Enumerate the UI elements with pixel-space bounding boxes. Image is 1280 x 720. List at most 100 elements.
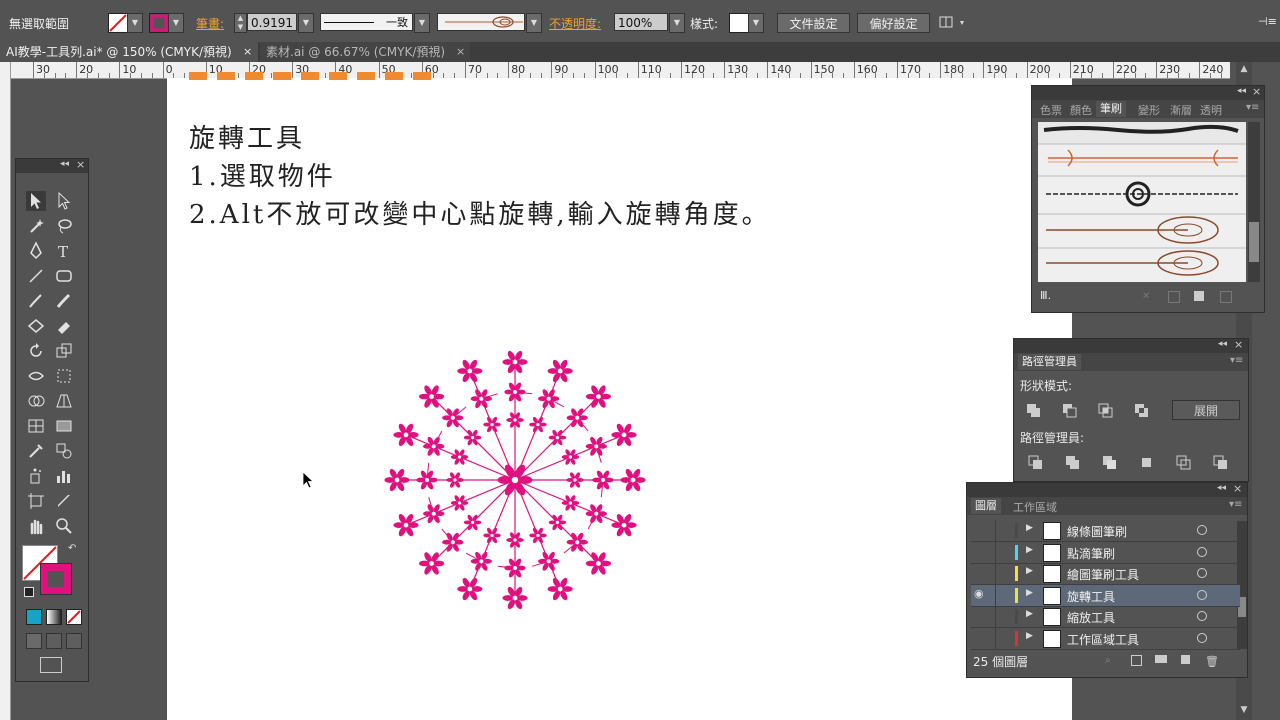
target-circle-icon[interactable] (1197, 568, 1207, 578)
free-transform-tool-icon[interactable] (54, 366, 74, 386)
preferences-button[interactable]: 偏好設定 (857, 13, 930, 33)
visibility-toggle[interactable]: ◉ (974, 587, 990, 603)
target-circle-icon[interactable] (1197, 546, 1207, 557)
variable-width-profile[interactable]: 一致 (320, 13, 413, 31)
opacity-label[interactable]: 不透明度: (549, 15, 601, 32)
layer-row[interactable]: ▶ 點滴筆刷 (971, 541, 1240, 564)
remove-stroke-icon[interactable]: ✕ (1142, 291, 1150, 302)
collapse-icon[interactable]: ◂◂ (1217, 483, 1226, 493)
draw-normal-icon[interactable] (26, 633, 42, 649)
fill-swatch[interactable] (108, 13, 128, 33)
brush-definition[interactable] (437, 13, 525, 31)
visibility-toggle[interactable] (974, 608, 990, 624)
trim-icon[interactable] (1065, 455, 1081, 471)
selection-tool-icon[interactable] (26, 191, 46, 211)
draw-behind-icon[interactable] (46, 633, 62, 649)
tab-artboards[interactable]: 工作區域 (1013, 499, 1057, 515)
collapse-icon[interactable]: ◂◂ (60, 159, 69, 169)
stroke-swatch[interactable] (149, 13, 169, 33)
lock-toggle[interactable] (995, 520, 996, 541)
tab-transform[interactable]: 變形 (1138, 102, 1160, 118)
pathfinder-header[interactable]: ◂◂ × (1014, 338, 1248, 353)
shape-builder-tool-icon[interactable] (26, 391, 46, 411)
target-circle-icon[interactable] (1197, 589, 1207, 600)
perspective-grid-tool-icon[interactable] (54, 391, 74, 411)
target-circle-icon[interactable] (1197, 525, 1207, 535)
panel-menu-icon[interactable]: ▾≡ (1246, 102, 1259, 113)
toolbox-header[interactable]: ◂◂ × (16, 158, 88, 173)
stroke-label[interactable]: 筆畫: (196, 15, 224, 32)
brush-libraries-menu-icon[interactable]: Ⅲ. (1040, 289, 1051, 302)
rose-brush-2[interactable] (1046, 250, 1219, 276)
none-mode-icon[interactable] (66, 609, 82, 625)
close-icon[interactable]: × (456, 42, 465, 62)
scroll-up-icon[interactable]: ▲ (1238, 64, 1250, 76)
brush-options-icon[interactable] (1168, 291, 1180, 303)
fill-dropdown[interactable]: ▼ (127, 13, 143, 33)
arrange-documents-icon[interactable] (938, 14, 968, 32)
expand-arrow-icon[interactable]: ▶ (1026, 588, 1033, 598)
close-icon[interactable]: × (76, 158, 85, 171)
scroll-brush[interactable] (1048, 149, 1238, 167)
opacity-dropdown[interactable]: ▼ (669, 13, 685, 33)
default-colors-icon[interactable] (24, 587, 34, 597)
brushes-panel-header[interactable]: ◂◂ × (1032, 85, 1264, 100)
chain-brush[interactable] (1046, 181, 1238, 207)
visibility-toggle[interactable] (974, 565, 990, 581)
swap-colors-icon[interactable]: ↶ (68, 543, 76, 554)
tab-pathfinder[interactable]: 路徑管理員 (1018, 354, 1081, 370)
locate-object-icon[interactable]: ⌕ (1105, 655, 1111, 666)
tab-transparency[interactable]: 透明 (1200, 102, 1222, 118)
intersect-icon[interactable] (1098, 403, 1114, 419)
rose-brush-1[interactable] (1046, 216, 1219, 244)
visibility-toggle[interactable] (974, 522, 990, 538)
visibility-toggle[interactable] (974, 630, 990, 646)
lock-toggle[interactable] (995, 627, 996, 649)
lock-toggle[interactable] (995, 606, 996, 627)
eyedropper-tool-icon[interactable] (26, 441, 46, 461)
layer-row[interactable]: ▶ 繪圖筆刷工具 (971, 563, 1240, 585)
divide-icon[interactable] (1028, 455, 1044, 471)
minus-front-icon[interactable] (1062, 403, 1078, 419)
exclude-icon[interactable] (1134, 403, 1150, 419)
new-sublayer-icon[interactable] (1155, 655, 1167, 663)
brush-dropdown[interactable]: ▼ (526, 13, 542, 33)
close-icon[interactable]: × (1234, 338, 1243, 351)
symbol-sprayer-tool-icon[interactable] (26, 466, 46, 486)
new-brush-icon[interactable] (1194, 291, 1204, 301)
delete-brush-icon[interactable] (1220, 291, 1232, 303)
screen-mode-icon[interactable] (40, 657, 62, 673)
target-circle-icon[interactable] (1197, 611, 1207, 621)
make-clipping-mask-icon[interactable] (1131, 655, 1142, 666)
lasso-tool-icon[interactable] (54, 216, 74, 236)
gradient-mode-icon[interactable] (46, 609, 62, 625)
magic-wand-tool-icon[interactable] (26, 216, 46, 236)
visibility-toggle[interactable] (974, 544, 990, 560)
target-circle-icon[interactable] (1197, 632, 1207, 643)
blob-brush-tool-icon[interactable] (54, 291, 74, 311)
stroke-weight-field[interactable]: 0.9191 (247, 13, 297, 31)
expand-arrow-icon[interactable]: ▶ (1026, 631, 1033, 641)
hand-tool-icon[interactable] (26, 516, 46, 536)
vertical-ruler[interactable] (0, 62, 11, 720)
tab-layers[interactable]: 圖層 (971, 498, 1001, 514)
rounded-rectangle-tool-icon[interactable] (54, 266, 74, 286)
expand-arrow-icon[interactable]: ▶ (1026, 545, 1033, 555)
expand-button[interactable]: 展開 (1172, 400, 1240, 420)
stroke-color-box[interactable] (40, 563, 72, 595)
draw-inside-icon[interactable] (66, 633, 82, 649)
pen-tool-icon[interactable] (26, 241, 46, 261)
stroke-dropdown[interactable]: ▼ (168, 13, 184, 33)
layers-header[interactable]: ◂◂ × (967, 482, 1247, 497)
minus-back-icon[interactable] (1213, 455, 1229, 471)
artboard[interactable]: 旋轉工具 1.選取物件 2.Alt不放可改變中心點旋轉,輸入旋轉角度。 (167, 72, 1072, 720)
brush-list-scrollbar[interactable] (1248, 122, 1260, 282)
shaper-tool-icon[interactable] (26, 316, 46, 336)
opacity-field[interactable]: 100% (614, 13, 668, 31)
rotated-flower-artwork[interactable] (380, 345, 650, 615)
expand-arrow-icon[interactable]: ▶ (1026, 523, 1033, 533)
outline-icon[interactable] (1176, 455, 1192, 471)
document-setup-button[interactable]: 文件設定 (777, 13, 850, 33)
stroke-weight-stepper[interactable]: ▲ ▼ (234, 13, 247, 33)
expand-arrow-icon[interactable]: ▶ (1026, 609, 1033, 619)
